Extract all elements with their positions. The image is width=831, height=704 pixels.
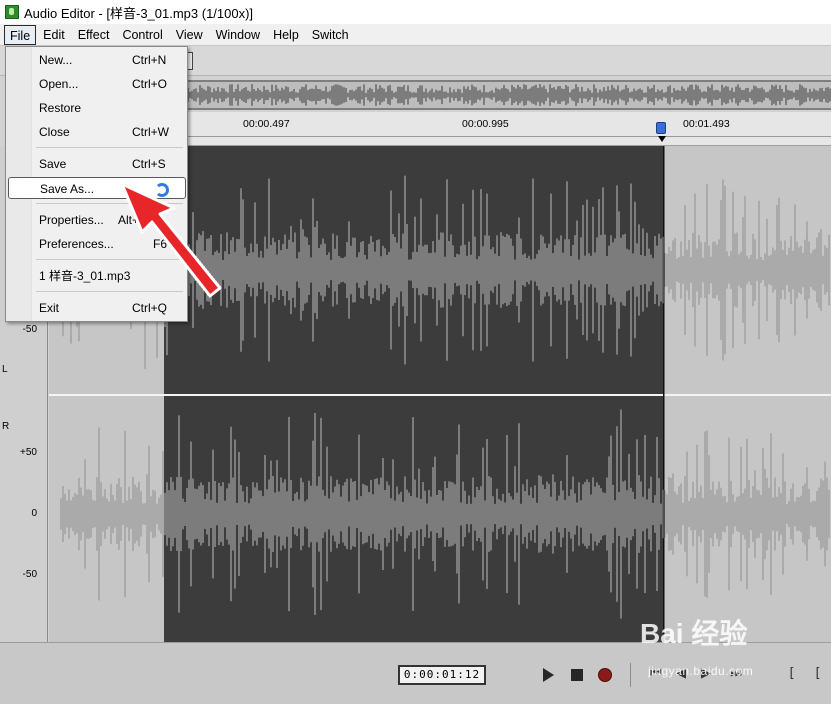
watermark: Bai 经验 jingyan.baidu.com <box>640 612 825 686</box>
transport-separator <box>630 663 631 687</box>
record-icon[interactable] <box>598 668 612 682</box>
menu-item-shortcut: Ctrl+W <box>132 125 169 139</box>
time-display: 0:00:01:12 <box>398 665 486 685</box>
watermark-logo: Bai 经验 <box>640 618 748 649</box>
channel-divider <box>49 394 831 396</box>
play-icon[interactable] <box>543 668 554 682</box>
menu-edit[interactable]: Edit <box>37 25 71 45</box>
menu-item-label: Properties... <box>39 213 104 227</box>
menu-item-label: Restore <box>39 101 82 115</box>
menu-item-open[interactable]: Open... Ctrl+O <box>6 73 187 95</box>
menu-item-shortcut: Ctrl+S <box>132 157 166 171</box>
menu-file[interactable]: File <box>4 24 37 45</box>
title-bar: Audio Editor - [样音-3_01.mp3 (1/100x)] <box>0 0 831 24</box>
ruler-label: -50 <box>22 569 37 580</box>
menu-bar: File Edit Effect Control View Window Hel… <box>0 24 831 46</box>
menu-item-label: Preferences... <box>39 237 114 251</box>
window-title: Audio Editor - [样音-3_01.mp3 (1/100x)] <box>24 5 254 21</box>
menu-item-label: Save As... <box>40 182 95 196</box>
menu-item-label: Exit <box>39 301 60 315</box>
menu-effect[interactable]: Effect <box>72 25 116 45</box>
playhead-pointer-icon <box>658 136 666 142</box>
menu-window[interactable]: Window <box>210 25 266 45</box>
menu-control[interactable]: Control <box>116 25 168 45</box>
menu-view[interactable]: View <box>170 25 209 45</box>
menu-help[interactable]: Help <box>267 25 305 45</box>
ruler-label: -50 <box>22 324 37 335</box>
timeline-tick: 00:01.493 <box>683 118 730 130</box>
channel-label-left: L <box>2 364 8 375</box>
menu-item-label: New... <box>39 53 73 67</box>
ruler-label: 0 <box>31 508 37 519</box>
menu-separator <box>36 147 183 148</box>
menu-item-shortcut: Ctrl+N <box>132 53 167 67</box>
menu-item-restore[interactable]: Restore <box>6 97 187 119</box>
playhead-handle[interactable] <box>656 122 666 134</box>
menu-item-shortcut: Ctrl+O <box>132 77 168 91</box>
menu-item-label: Open... <box>39 77 79 91</box>
channel-label-right: R <box>2 421 10 432</box>
playhead-line <box>663 146 665 642</box>
menu-item-save[interactable]: Save Ctrl+S <box>6 153 187 175</box>
timeline-tick: 00:00.497 <box>243 118 290 130</box>
menu-item-label: Save <box>39 157 67 171</box>
overview-waveform-path <box>186 84 831 106</box>
annotation-arrow-icon <box>120 182 222 298</box>
menu-item-label: 1 样音-3_01.mp3 <box>39 269 131 283</box>
menu-item-label: Close <box>39 125 70 139</box>
overview-waveform[interactable] <box>186 80 831 110</box>
app-icon <box>5 5 19 19</box>
menu-switch[interactable]: Switch <box>306 25 355 45</box>
overview-waveform-graphic <box>186 84 831 106</box>
menu-item-new[interactable]: New... Ctrl+N <box>6 49 187 71</box>
audio-editor-window: Audio Editor - [样音-3_01.mp3 (1/100x)] Fi… <box>0 0 831 704</box>
watermark-site: jingyan.baidu.com <box>648 664 754 678</box>
menu-item-close[interactable]: Close Ctrl+W <box>6 121 187 143</box>
stop-icon[interactable] <box>571 669 583 681</box>
timeline-tick: 00:00.995 <box>462 118 509 130</box>
timeline-ruler[interactable]: 00:00.497 00:00.995 00:01.493 <box>186 112 831 146</box>
timeline-baseline <box>186 136 831 137</box>
ruler-label: +50 <box>20 447 37 458</box>
